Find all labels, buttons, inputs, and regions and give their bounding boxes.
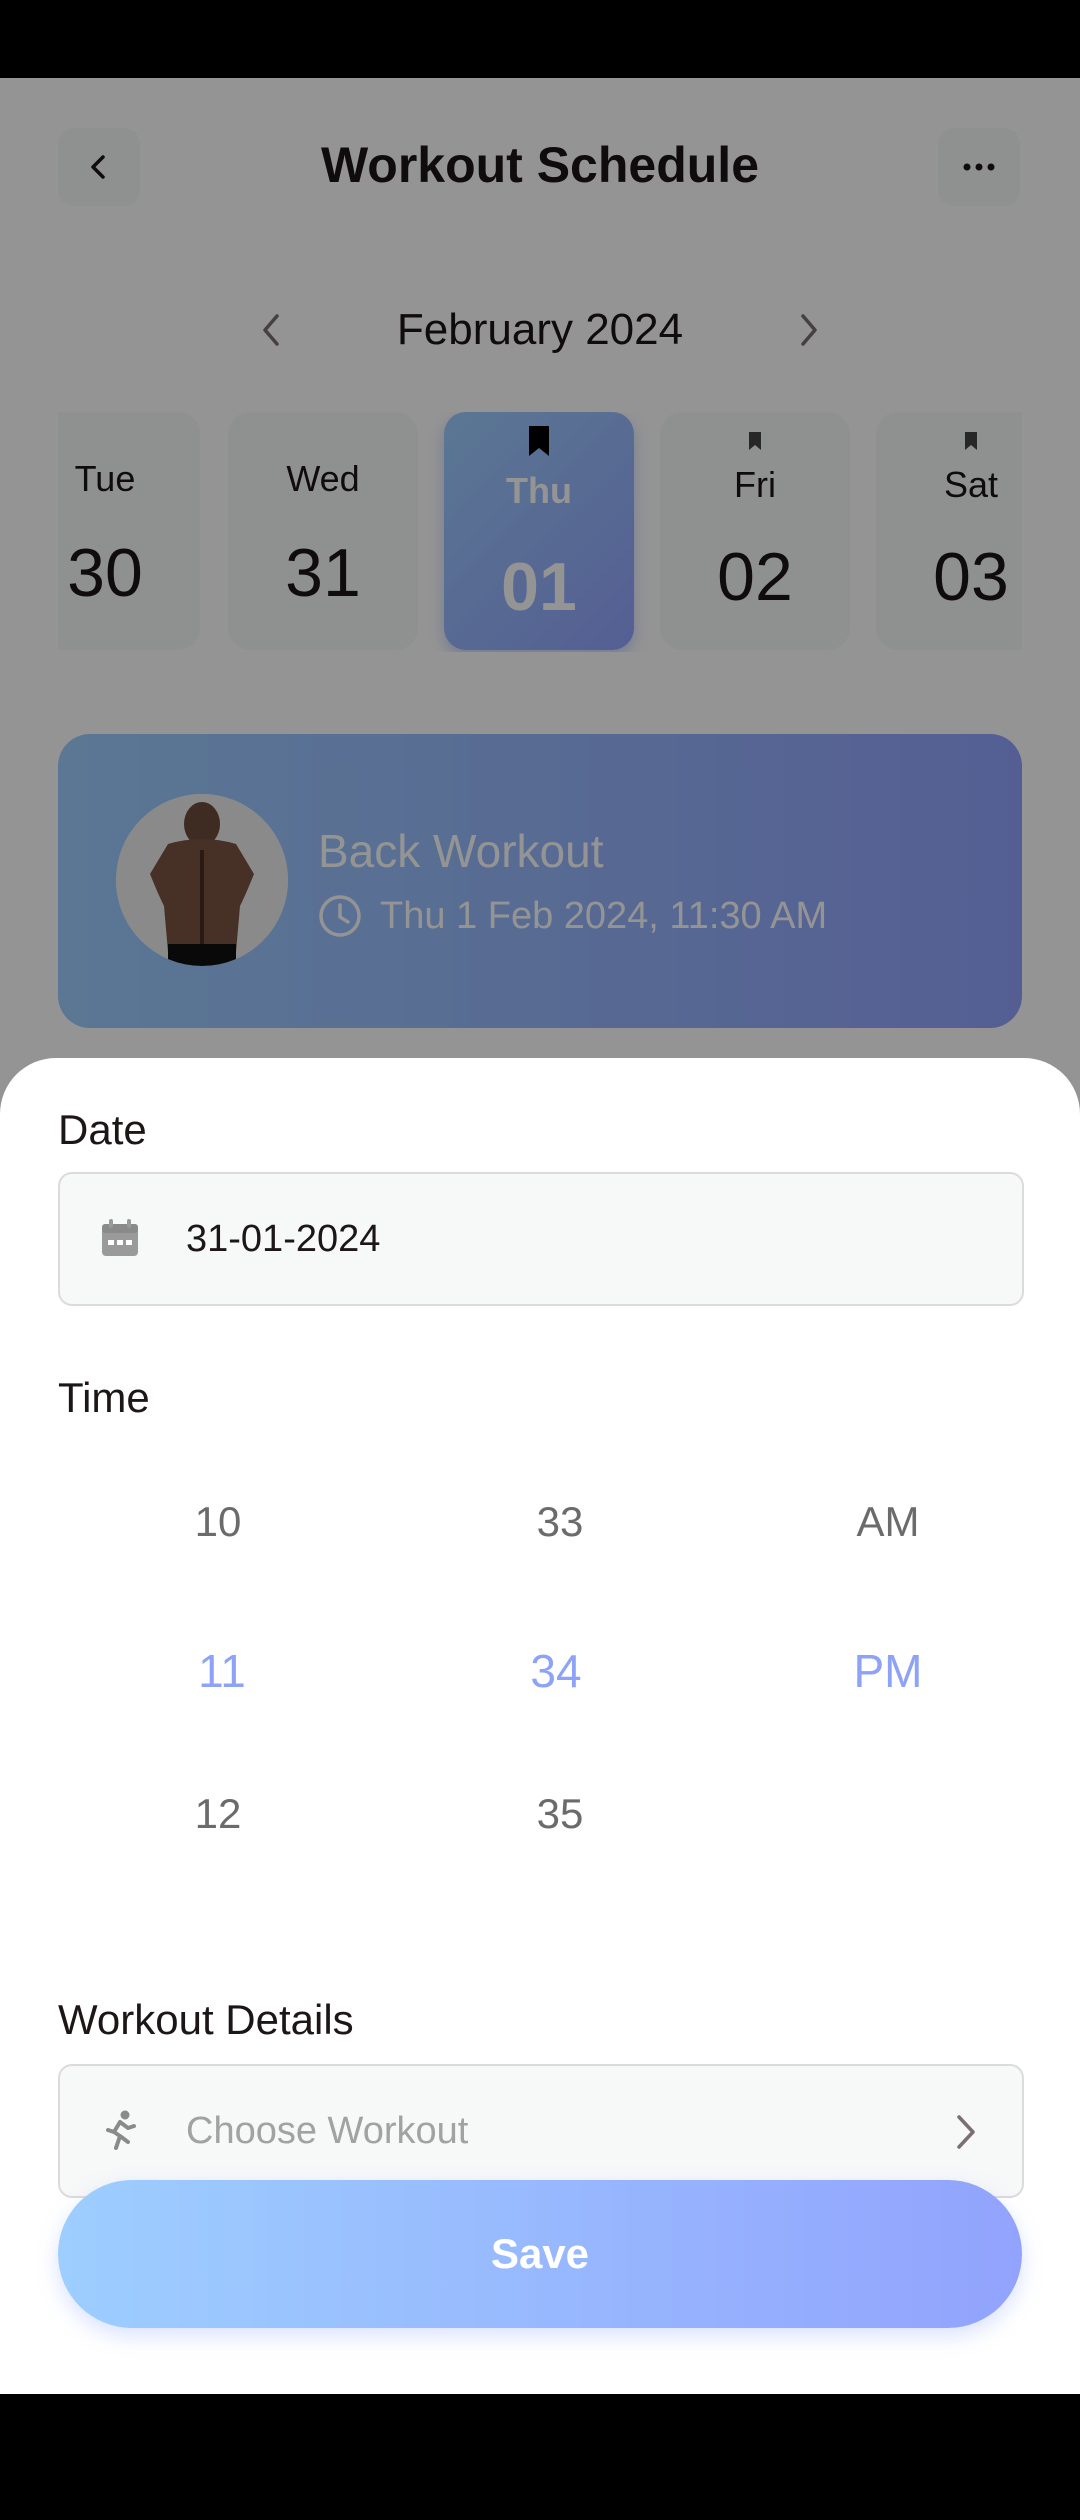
period-selected[interactable]: PM — [788, 1644, 988, 1698]
hour-option[interactable]: 10 — [118, 1498, 318, 1546]
minute-option[interactable]: 35 — [460, 1790, 660, 1838]
save-button[interactable]: Save — [58, 2180, 1022, 2328]
hour-option[interactable]: 12 — [118, 1790, 318, 1838]
workout-details-label: Workout Details — [58, 1996, 354, 2043]
system-nav-bar — [0, 2394, 1080, 2520]
date-value: 31-01-2024 — [186, 1218, 381, 1260]
workout-placeholder: Choose Workout — [186, 2110, 469, 2152]
time-picker[interactable]: 10 11 12 33 34 35 AM PM — [58, 1498, 1022, 1938]
calendar-icon — [102, 1219, 138, 1256]
time-label: Time — [58, 1374, 150, 1421]
modal-overlay[interactable] — [0, 78, 1080, 1178]
choose-workout-field[interactable]: Choose Workout — [58, 2064, 1024, 2198]
minute-option[interactable]: 33 — [460, 1498, 660, 1546]
hour-selected[interactable]: 11 — [122, 1644, 322, 1698]
minute-selected[interactable]: 34 — [456, 1644, 656, 1698]
chevron-right-icon — [957, 2115, 975, 2149]
period-option[interactable]: AM — [788, 1498, 988, 1546]
schedule-sheet: Date 31-01-2024 Time 10 11 12 33 34 35 A… — [0, 1058, 1080, 2394]
screen: Workout Schedule February 2024 Tue 30 We… — [0, 78, 1080, 2394]
running-icon — [106, 2110, 136, 2150]
date-label: Date — [58, 1106, 147, 1153]
date-field[interactable]: 31-01-2024 — [58, 1172, 1024, 1306]
